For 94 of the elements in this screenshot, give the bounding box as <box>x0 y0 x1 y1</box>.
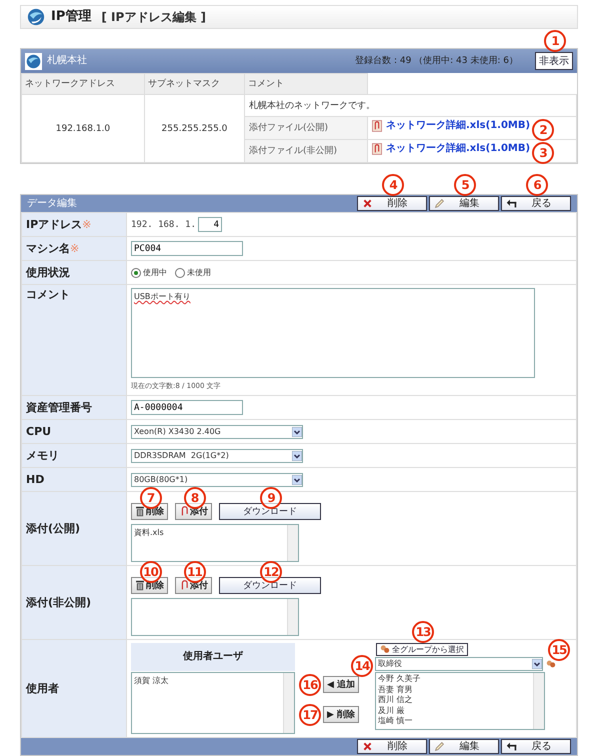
callout-marker: 5 <box>454 174 476 196</box>
paperclip-icon <box>372 143 382 155</box>
radio-button[interactable] <box>131 268 141 278</box>
field-label: IPアドレス※ <box>22 212 126 236</box>
section-title: データ編集 <box>26 198 77 210</box>
field-label: HD <box>22 468 126 492</box>
candidate-user-list[interactable]: 今野 久美子 吾妻 育男 西川 信之 及川 厳 塩崎 慎一 <box>375 672 546 730</box>
user-item[interactable]: 今野 久美子 <box>378 674 532 684</box>
text-input[interactable]: PC004 <box>131 241 243 256</box>
dropdown[interactable]: 80GB(80G*1) <box>131 472 303 486</box>
pencil-icon <box>434 198 445 209</box>
ip-prefix: 192. 168. 1. <box>131 220 196 230</box>
ip-input[interactable]: 4 <box>198 217 222 232</box>
field-label: 資産管理番号 <box>22 396 126 420</box>
people-icon <box>380 644 390 655</box>
user-item[interactable]: 須賀 涼太 <box>134 675 282 687</box>
action-button[interactable]: 戻る <box>501 739 571 754</box>
hide-button[interactable]: 非表示 <box>535 52 573 70</box>
callout-marker: 9 <box>260 487 282 509</box>
paperclip-icon <box>372 120 382 132</box>
delete-icon <box>362 741 373 752</box>
dropdown-arrow-icon <box>532 659 542 669</box>
dropdown[interactable]: DDR3SDRAM 2G(1G*2) <box>131 448 303 462</box>
table-cell: 添付ファイル(非公開) <box>244 140 368 162</box>
remove-button[interactable]: ▶ 削除 <box>323 706 360 723</box>
user-list-heading: 使用者ユーザ <box>131 643 295 671</box>
action-button[interactable]: 削除 <box>357 196 427 211</box>
callout-marker: 17 <box>299 704 321 726</box>
callout-marker: 14 <box>351 655 374 677</box>
action-button[interactable]: 戻る <box>501 196 571 211</box>
file-list[interactable] <box>131 598 299 636</box>
attachment-button[interactable]: ダウンロード <box>219 503 321 520</box>
action-button[interactable]: 削除 <box>357 739 427 754</box>
action-button[interactable]: 編集 <box>429 196 499 211</box>
page-title: IP管理 <box>51 11 92 23</box>
column-header: サブネットマスク <box>144 74 245 94</box>
paperclip-icon <box>179 580 189 591</box>
field-label: メモリ <box>22 444 126 468</box>
back-arrow-icon <box>506 741 517 752</box>
people-icon[interactable] <box>546 659 556 669</box>
callout-marker: 16 <box>299 674 321 696</box>
dropdown-arrow-icon <box>292 450 302 460</box>
group-select-button[interactable]: 全グループから選択 <box>376 643 468 656</box>
radio-button[interactable] <box>175 268 185 278</box>
field-label: 使用状況 <box>22 260 126 284</box>
user-item[interactable]: 塩崎 慎一 <box>378 716 532 726</box>
file-item[interactable]: 資料.xls <box>134 527 274 539</box>
trash-icon <box>135 506 145 517</box>
callout-marker: 2 <box>532 119 554 141</box>
selected-user-list[interactable]: 須賀 涼太 <box>131 672 295 734</box>
delete-icon <box>362 198 373 209</box>
office-name: 札幌本社 <box>47 55 87 67</box>
callout-marker: 1 <box>544 30 566 52</box>
group-dropdown[interactable]: 取締役 <box>375 657 544 671</box>
comment-textarea[interactable]: USBポート有り <box>131 288 535 378</box>
file-link[interactable]: ネットワーク詳細.xls(1.0MB) <box>386 120 530 132</box>
dropdown-arrow-icon <box>292 426 302 436</box>
add-button[interactable]: ◀ 追加 <box>323 676 360 693</box>
callout-marker: 3 <box>532 142 554 164</box>
callout-marker: 6 <box>526 174 548 196</box>
field-label: 添付(公開) <box>22 492 126 566</box>
callout-marker: 13 <box>412 621 434 643</box>
table-cell: 添付ファイル(公開) <box>244 116 368 140</box>
callout-marker: 15 <box>548 639 570 661</box>
field-label: 添付(非公開) <box>22 566 126 640</box>
attachment-button[interactable]: ダウンロード <box>219 577 321 594</box>
text-input[interactable]: A-0000004 <box>131 400 243 415</box>
back-arrow-icon <box>506 198 517 209</box>
user-item[interactable]: 吾妻 育男 <box>378 684 532 695</box>
field-label: コメント <box>22 284 126 396</box>
column-header: コメント <box>244 74 368 94</box>
radio-label: 未使用 <box>187 266 211 278</box>
pencil-icon <box>434 741 445 752</box>
trash-icon <box>135 580 145 591</box>
page-subtitle: [ IPアドレス編集 ] <box>101 11 206 23</box>
office-summary: 登録台数 : 49 （使用中: 43 未使用: 6） <box>355 55 518 67</box>
file-list[interactable]: 資料.xls <box>131 524 299 562</box>
dropdown-arrow-icon <box>292 474 302 484</box>
globe-logo-icon <box>25 52 42 70</box>
field-label: 使用者 <box>22 640 126 738</box>
action-button[interactable]: 編集 <box>429 739 499 754</box>
dropdown[interactable]: Xeon(R) X3430 2.40G <box>131 424 303 438</box>
table-cell: 192.168.1.0 <box>22 94 144 162</box>
field-label: CPU <box>22 420 126 444</box>
paperclip-icon <box>179 506 189 517</box>
file-link[interactable]: ネットワーク詳細.xls(1.0MB) <box>386 143 530 155</box>
user-item[interactable]: 西川 信之 <box>378 695 532 706</box>
callout-marker: 4 <box>382 174 404 196</box>
radio-label: 使用中 <box>143 266 167 278</box>
field-label: マシン名※ <box>22 236 126 260</box>
user-item[interactable]: 及川 厳 <box>378 706 532 716</box>
globe-logo-icon <box>27 8 45 26</box>
column-header: ネットワークアドレス <box>22 74 144 94</box>
table-cell: 札幌本社のネットワークです。 <box>244 94 576 116</box>
